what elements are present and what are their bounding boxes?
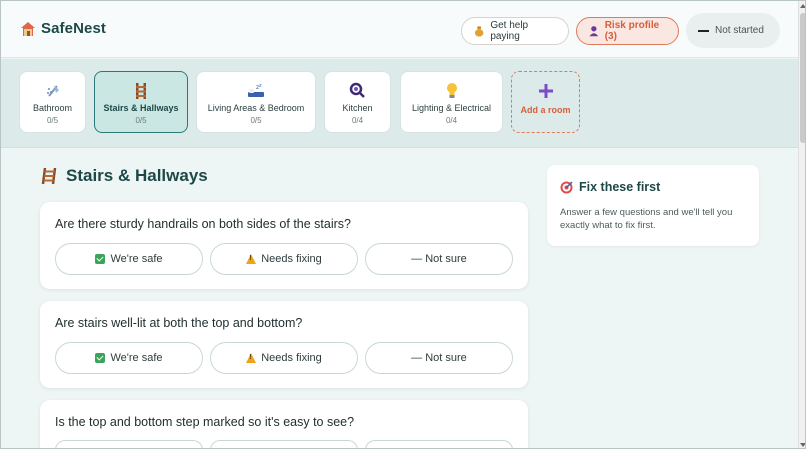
question-text: Are there sturdy handrails on both sides… bbox=[55, 217, 351, 231]
answer-not-sure-button[interactable]: — Not sure bbox=[365, 342, 513, 374]
add-room-button[interactable]: Add a room bbox=[511, 71, 580, 133]
room-count: 0/5 bbox=[135, 116, 147, 125]
room-count: 0/4 bbox=[351, 116, 364, 125]
warning-icon bbox=[246, 254, 257, 264]
answer-label: — Not sure bbox=[411, 352, 467, 364]
scrollbar[interactable] bbox=[798, 1, 805, 448]
status-label: Not started bbox=[715, 25, 764, 36]
scroll-up-icon[interactable] bbox=[800, 4, 805, 8]
answer-label: We're safe bbox=[110, 253, 163, 265]
person-icon bbox=[589, 26, 599, 37]
fix-these-first-panel: Fix these first Answer a few questions a… bbox=[547, 165, 759, 246]
room-count: 0/5 bbox=[250, 116, 262, 125]
answer-safe-button[interactable]: We're safe bbox=[55, 342, 203, 374]
answer-needs-fixing-button[interactable] bbox=[210, 440, 358, 448]
answer-safe-button[interactable]: We're safe bbox=[55, 243, 203, 275]
light-bulb-icon bbox=[446, 83, 457, 98]
fix-title: Fix these first bbox=[560, 180, 660, 194]
room-tab-kitchen[interactable]: Kitchen 0/4 bbox=[324, 71, 391, 133]
top-header: SafeNest Get help paying Risk profile (3… bbox=[1, 1, 798, 58]
answer-label: Needs fixing bbox=[261, 352, 322, 364]
answer-needs-fixing-button[interactable]: Needs fixing bbox=[210, 342, 358, 374]
check-icon bbox=[95, 353, 106, 363]
status-badge: Not started bbox=[686, 13, 780, 48]
room-tab-stairs-hallways[interactable]: Stairs & Hallways 0/5 bbox=[94, 71, 188, 133]
answer-not-sure-button[interactable]: — Not sure bbox=[365, 243, 513, 275]
app-window: SafeNest Get help paying Risk profile (3… bbox=[0, 0, 806, 449]
brand-name: SafeNest bbox=[41, 20, 106, 37]
answer-label: We're safe bbox=[110, 352, 163, 364]
question-card: Are stairs well-lit at both the top and … bbox=[40, 301, 528, 388]
question-card: Are there sturdy handrails on both sides… bbox=[40, 202, 528, 289]
check-icon bbox=[95, 254, 106, 264]
brand[interactable]: SafeNest bbox=[20, 20, 106, 37]
shower-icon bbox=[46, 84, 59, 97]
svg-text:z: z bbox=[259, 83, 262, 89]
answer-safe-button[interactable] bbox=[55, 440, 203, 448]
house-icon bbox=[21, 21, 35, 36]
magnifier-icon bbox=[349, 82, 365, 98]
risk-label: Risk profile (3) bbox=[604, 20, 660, 42]
room-tabs: Bathroom 0/5 Stairs & Hallways 0/5 z z L… bbox=[1, 59, 798, 148]
add-room-label: Add a room bbox=[520, 105, 571, 115]
answer-label: Needs fixing bbox=[261, 253, 322, 265]
answer-needs-fixing-button[interactable]: Needs fixing bbox=[210, 243, 358, 275]
dash-icon bbox=[698, 29, 709, 32]
room-label: Bathroom bbox=[32, 103, 73, 113]
room-label: Kitchen bbox=[342, 103, 373, 113]
target-icon bbox=[560, 180, 573, 193]
room-count: 0/4 bbox=[445, 116, 458, 125]
answer-not-sure-button[interactable] bbox=[365, 440, 513, 448]
section-heading: Stairs & Hallways bbox=[41, 166, 208, 186]
page-title: Stairs & Hallways bbox=[66, 166, 208, 185]
room-count: 0/5 bbox=[46, 116, 59, 125]
help-label: Get help paying bbox=[490, 20, 529, 42]
question-text: Are stairs well-lit at both the top and … bbox=[55, 316, 303, 330]
room-tab-living-areas-bedroom[interactable]: z z Living Areas & Bedroom 0/5 bbox=[196, 71, 316, 133]
question-text: Is the top and bottom step marked so it'… bbox=[55, 415, 355, 429]
question-card: Is the top and bottom step marked so it'… bbox=[40, 400, 528, 448]
room-label: Lighting & Electrical bbox=[411, 103, 492, 113]
ladder-icon bbox=[136, 82, 146, 99]
fix-title-text: Fix these first bbox=[579, 180, 661, 194]
scroll-down-icon[interactable] bbox=[800, 443, 805, 447]
risk-profile-button[interactable]: Risk profile (3) bbox=[576, 17, 679, 45]
warning-icon bbox=[246, 353, 257, 363]
money-bag-icon bbox=[474, 26, 484, 37]
room-tab-lighting-electrical[interactable]: Lighting & Electrical 0/4 bbox=[400, 71, 503, 133]
room-tab-bathroom[interactable]: Bathroom 0/5 bbox=[19, 71, 86, 133]
fix-description: Answer a few questions and we'll tell yo… bbox=[560, 207, 733, 231]
room-label: Living Areas & Bedroom bbox=[207, 103, 305, 113]
ladder-icon bbox=[41, 167, 57, 185]
plus-icon bbox=[538, 83, 553, 98]
answer-label: — Not sure bbox=[411, 253, 467, 265]
scrollbar-thumb[interactable] bbox=[800, 13, 805, 143]
bed-icon: z z bbox=[248, 83, 264, 97]
room-label: Stairs & Hallways bbox=[103, 103, 179, 113]
get-help-paying-button[interactable]: Get help paying bbox=[461, 17, 569, 45]
